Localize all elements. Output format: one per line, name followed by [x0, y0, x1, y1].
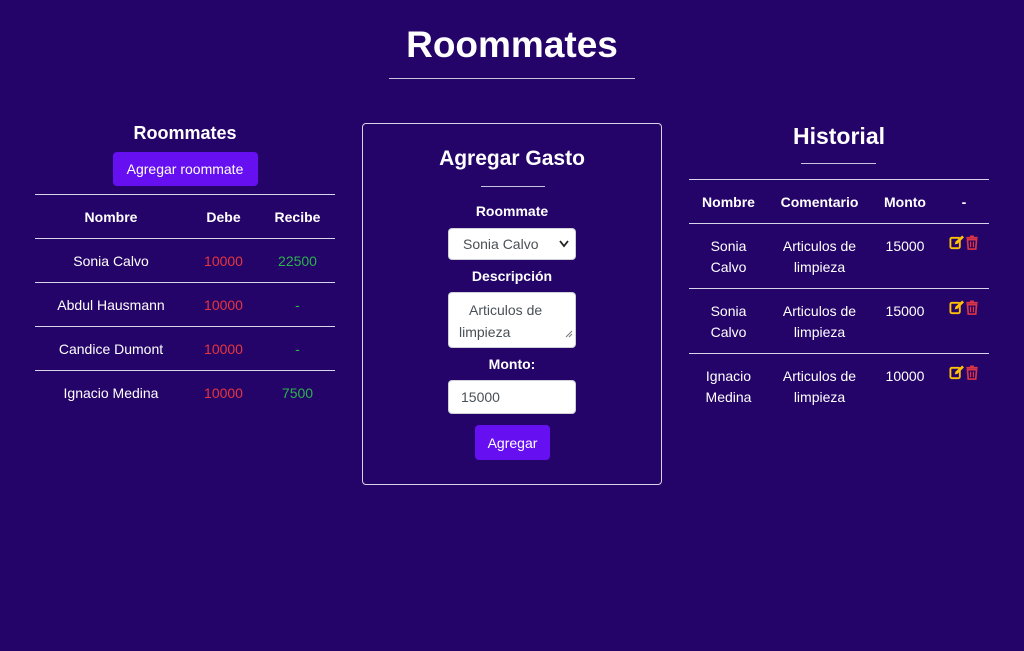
add-roommate-button[interactable]: Agregar roommate [112, 152, 258, 186]
historial-table: Nombre Comentario Monto - Sonia Calvo Ar… [689, 179, 989, 419]
roommate-debe: 10000 [187, 282, 260, 327]
monto-label: Monto: [488, 356, 536, 372]
table-row: Sonia Calvo Articulos de limpieza 15000 [689, 288, 989, 354]
historial-comentario: Articulos de limpieza [768, 288, 871, 354]
chevron-down-icon [559, 229, 569, 272]
descripcion-label: Descripción [471, 268, 553, 284]
descripcion-value: Articulos de limpieza [459, 302, 543, 340]
column-header-nombre: Nombre [689, 179, 768, 224]
column-header-recibe: Recibe [260, 194, 335, 239]
row-actions [939, 288, 989, 354]
roommate-recibe: - [260, 326, 335, 371]
historial-nombre: Sonia Calvo [689, 288, 768, 354]
historial-comentario: Articulos de limpieza [768, 353, 871, 419]
roommate-recibe: 22500 [260, 238, 335, 283]
table-row: Candice Dumont 10000 - [35, 326, 335, 371]
roommate-recibe: 7500 [281, 384, 314, 401]
roommate-label: Roommate [475, 203, 549, 219]
table-row: Abdul Hausmann 10000 - [35, 282, 335, 327]
resize-grip-icon[interactable] [565, 324, 573, 346]
roommate-debe: 10000 [187, 238, 260, 283]
column-header-debe: Debe [187, 194, 260, 239]
roommates-heading: Roommates [133, 123, 237, 143]
historial-monto: 15000 [871, 288, 939, 354]
agregar-button[interactable]: Agregar [475, 425, 550, 460]
trash-icon[interactable] [964, 300, 979, 315]
historial-title-divider [801, 163, 876, 164]
column-header-actions: - [939, 179, 989, 224]
roommate-recibe: - [260, 282, 335, 327]
table-header-row: Nombre Comentario Monto - [689, 179, 989, 224]
trash-icon[interactable] [964, 365, 979, 380]
monto-input[interactable]: 15000 [448, 380, 576, 414]
table-row: Sonia Calvo 10000 22500 [35, 238, 335, 283]
card-title-divider [481, 186, 545, 187]
table-header-row: Nombre Debe Recibe [35, 194, 335, 239]
table-row: Ignacio Medina 10000 7500 [35, 371, 335, 415]
roommate-select-value: Sonia Calvo [463, 236, 539, 252]
column-header-nombre: Nombre [35, 194, 187, 239]
roommate-debe: 10000 [187, 326, 260, 371]
historial-nombre: Sonia Calvo [689, 223, 768, 289]
descripcion-textarea[interactable]: Articulos de limpieza [448, 292, 576, 348]
page-title: Roommates [406, 24, 618, 65]
row-actions [939, 223, 989, 289]
roommate-name: Abdul Hausmann [35, 282, 187, 327]
row-actions [939, 353, 989, 419]
edit-icon[interactable] [949, 300, 964, 315]
roommate-name: Ignacio Medina [63, 384, 159, 401]
roommate-select[interactable]: Sonia Calvo [448, 228, 576, 260]
column-header-comentario: Comentario [768, 179, 871, 224]
roommate-name: Candice Dumont [35, 326, 187, 371]
historial-monto: 10000 [871, 353, 939, 419]
trash-icon[interactable] [964, 235, 979, 250]
historial-title: Historial [792, 123, 886, 149]
edit-icon[interactable] [949, 235, 964, 250]
edit-icon[interactable] [949, 365, 964, 380]
roommates-panel: Roommates Agregar roommate Nombre Debe R… [35, 118, 335, 414]
card-title: Agregar Gasto [439, 147, 585, 170]
roommate-debe: 10000 [204, 384, 243, 401]
historial-comentario: Articulos de limpieza [768, 223, 871, 289]
add-expense-card: Agregar Gasto Roommate Sonia Calvo Descr… [362, 123, 662, 485]
roommate-name: Sonia Calvo [35, 238, 187, 283]
table-row: Ignacio Medina Articulos de limpieza 100… [689, 353, 989, 419]
title-divider [389, 78, 635, 79]
roommates-table: Nombre Debe Recibe Sonia Calvo 10000 225… [35, 194, 335, 414]
table-row: Sonia Calvo Articulos de limpieza 15000 [689, 223, 989, 289]
column-header-monto: Monto [871, 179, 939, 224]
monto-value: 15000 [461, 389, 500, 405]
historial-nombre: Ignacio Medina [689, 353, 768, 419]
historial-monto: 15000 [871, 223, 939, 289]
